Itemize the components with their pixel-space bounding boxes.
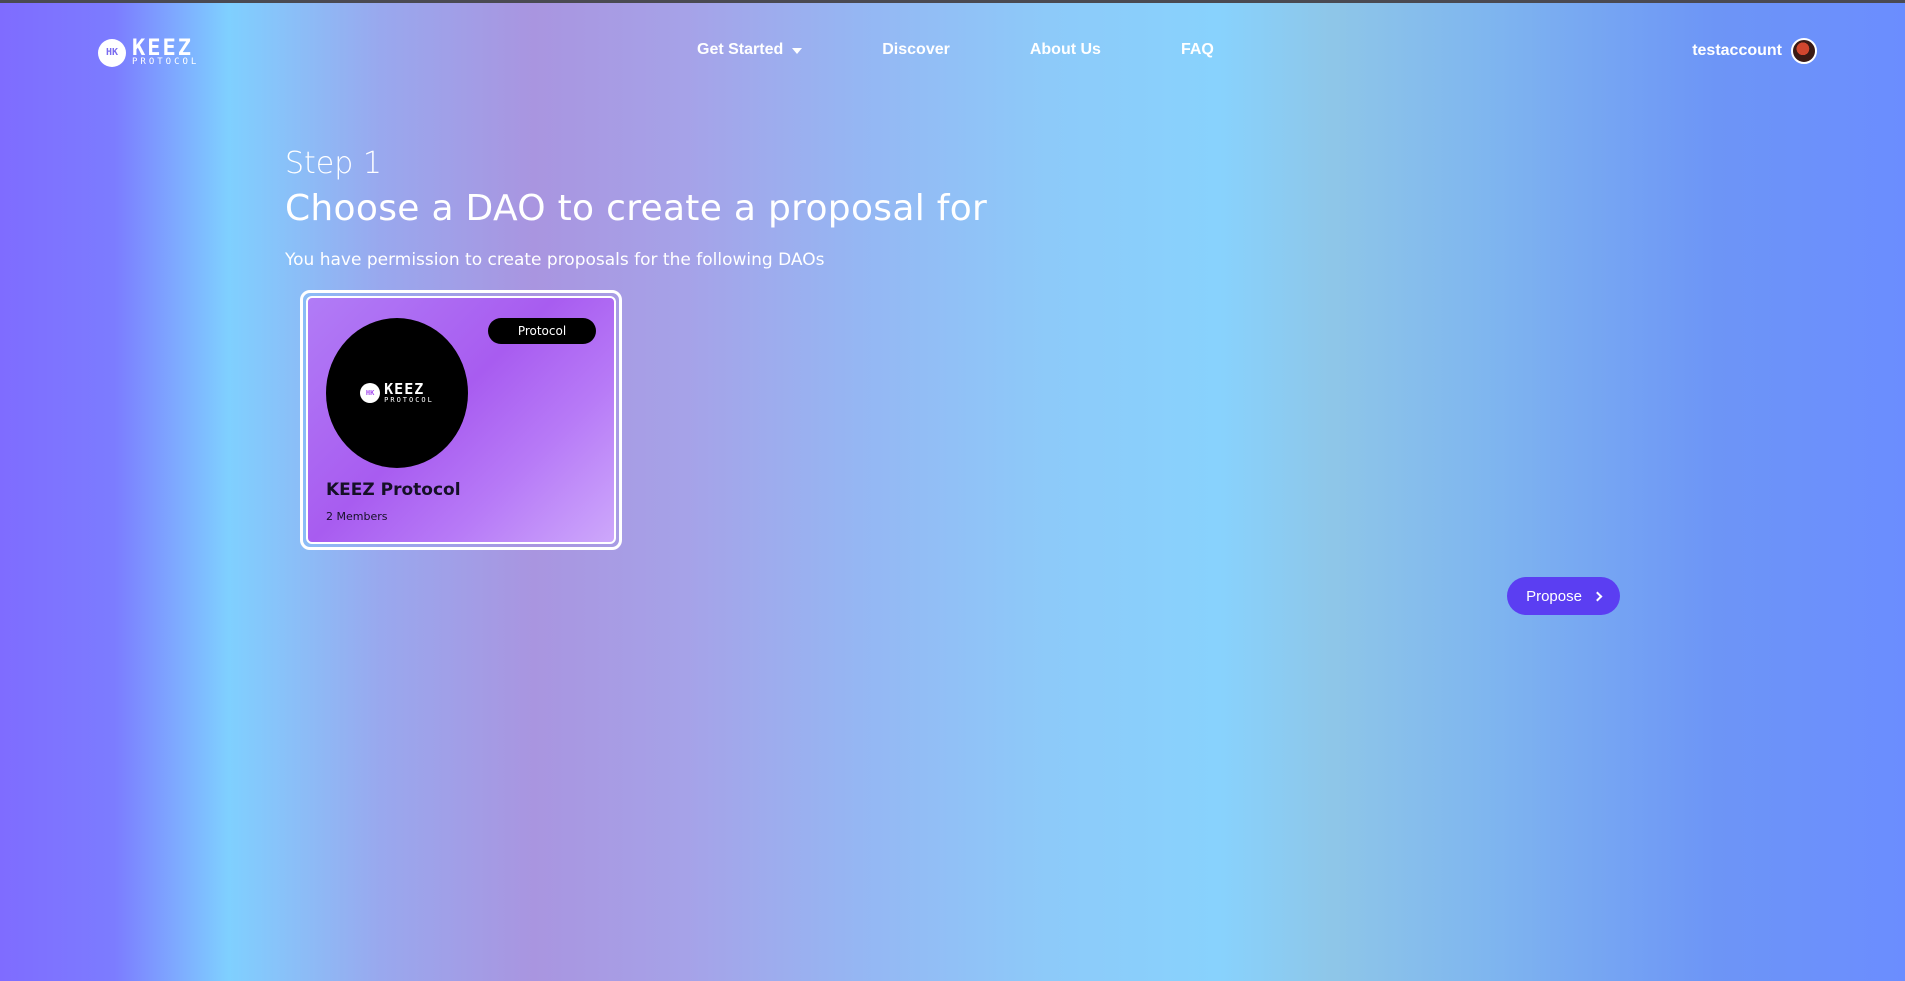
page-title: Choose a DAO to create a proposal for — [285, 188, 988, 229]
nav-about-us[interactable]: About Us — [1030, 41, 1101, 59]
dao-logo: HK KEEZ PROTOCOL — [326, 318, 468, 468]
nav-discover[interactable]: Discover — [882, 41, 950, 59]
avatar — [1791, 38, 1817, 64]
caret-down-icon — [792, 48, 803, 54]
window-top-border — [0, 0, 1905, 3]
propose-button-label: Propose — [1526, 587, 1582, 605]
page-subtitle: You have permission to create proposals … — [285, 250, 825, 270]
dao-name: KEEZ Protocol — [326, 480, 461, 500]
step-label: Step 1 — [285, 146, 382, 181]
dao-members-count: 2 Members — [326, 510, 388, 523]
main-nav: Get Started Discover About Us FAQ — [697, 41, 1214, 59]
dao-card: Protocol HK KEEZ PROTOCOL KEEZ Protocol … — [306, 296, 616, 544]
chevron-right-icon — [1592, 591, 1603, 601]
account-menu[interactable]: testaccount — [1692, 38, 1817, 64]
nav-get-started[interactable]: Get Started — [697, 41, 803, 59]
account-username: testaccount — [1692, 42, 1782, 59]
site-logo[interactable]: HK KEEZ PROTOCOL — [98, 38, 199, 67]
dao-card-selected[interactable]: Protocol HK KEEZ PROTOCOL KEEZ Protocol … — [300, 290, 622, 550]
logo-wordmark-sub: PROTOCOL — [132, 57, 200, 67]
keez-logo-icon: HK — [98, 38, 126, 67]
dao-logo-wordmark-main: KEEZ — [384, 380, 425, 398]
logo-wordmark: KEEZ PROTOCOL — [132, 38, 199, 67]
dao-logo-wordmark: KEEZ PROTOCOL — [384, 382, 434, 404]
keez-logo-icon: HK — [360, 383, 381, 403]
nav-get-started-label: Get Started — [697, 41, 784, 58]
propose-button[interactable]: Propose — [1507, 577, 1620, 615]
nav-faq[interactable]: FAQ — [1181, 41, 1214, 59]
dao-logo-wordmark-sub: PROTOCOL — [384, 396, 434, 404]
dao-type-badge: Protocol — [488, 318, 596, 344]
